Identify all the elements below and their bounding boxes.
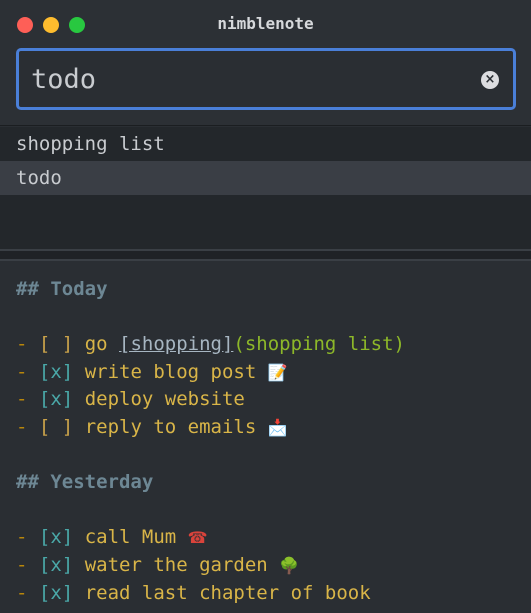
todo-item: - [x] read last chapter of book xyxy=(16,579,371,607)
note-link[interactable]: [shopping] xyxy=(119,333,233,355)
results-list: shopping list todo xyxy=(0,127,531,249)
pane-divider[interactable] xyxy=(0,249,531,261)
todo-text: deploy website xyxy=(84,388,245,410)
todo-text: read last chapter of book xyxy=(84,582,371,604)
list-dash: - xyxy=(16,333,28,355)
search-input[interactable] xyxy=(31,60,471,98)
list-dash: - xyxy=(16,554,28,576)
todo-item: - [ ] go [shopping](shopping list) xyxy=(16,330,405,358)
tree-icon: 🌳 xyxy=(279,555,300,575)
note-link-target: (shopping list) xyxy=(233,333,405,355)
todo-item: - [x] write blog post 📝 xyxy=(16,358,288,386)
heading-yesterday: ## Yesterday xyxy=(16,471,154,493)
window-title: nimblenote xyxy=(217,14,314,33)
checkbox-done[interactable]: [x] xyxy=(39,388,73,410)
todo-item: - [x] deploy website xyxy=(16,385,245,413)
clear-search-icon[interactable]: × xyxy=(481,71,499,89)
list-dash: - xyxy=(16,361,28,383)
todo-item: - [x] call Mum ☎ xyxy=(16,523,208,551)
memo-icon: 📝 xyxy=(267,362,288,382)
list-dash: - xyxy=(16,388,28,410)
checkbox-done[interactable]: [x] xyxy=(39,554,73,576)
todo-text: write blog post xyxy=(84,361,257,383)
checkbox-done[interactable]: [x] xyxy=(39,361,73,383)
envelope-icon: 📩 xyxy=(267,417,288,437)
checkbox-done[interactable]: [x] xyxy=(39,526,73,548)
todo-text: reply to emails xyxy=(84,416,257,438)
list-dash: - xyxy=(16,526,28,548)
todo-text: go xyxy=(84,333,120,355)
result-item-shopping-list[interactable]: shopping list xyxy=(0,127,531,161)
todo-text: call Mum xyxy=(84,526,177,548)
app-window: nimblenote × shopping list todo ## Today… xyxy=(0,0,531,613)
title-bar: nimblenote × xyxy=(0,0,531,126)
search-box[interactable]: × xyxy=(16,48,516,110)
checkbox-open[interactable]: [ ] xyxy=(39,416,73,438)
checkbox-open[interactable]: [ ] xyxy=(39,333,73,355)
list-dash: - xyxy=(16,582,28,604)
result-item-todo[interactable]: todo xyxy=(0,161,531,195)
telephone-icon: ☎ xyxy=(187,527,208,547)
note-editor[interactable]: ## Today - [ ] go [shopping](shopping li… xyxy=(0,261,531,613)
todo-item: - [ ] reply to emails 📩 xyxy=(16,413,288,441)
todo-item: - [x] water the garden 🌳 xyxy=(16,551,299,579)
todo-text: water the garden xyxy=(84,554,268,576)
checkbox-done[interactable]: [x] xyxy=(39,582,73,604)
heading-today: ## Today xyxy=(16,278,108,300)
list-dash: - xyxy=(16,416,28,438)
